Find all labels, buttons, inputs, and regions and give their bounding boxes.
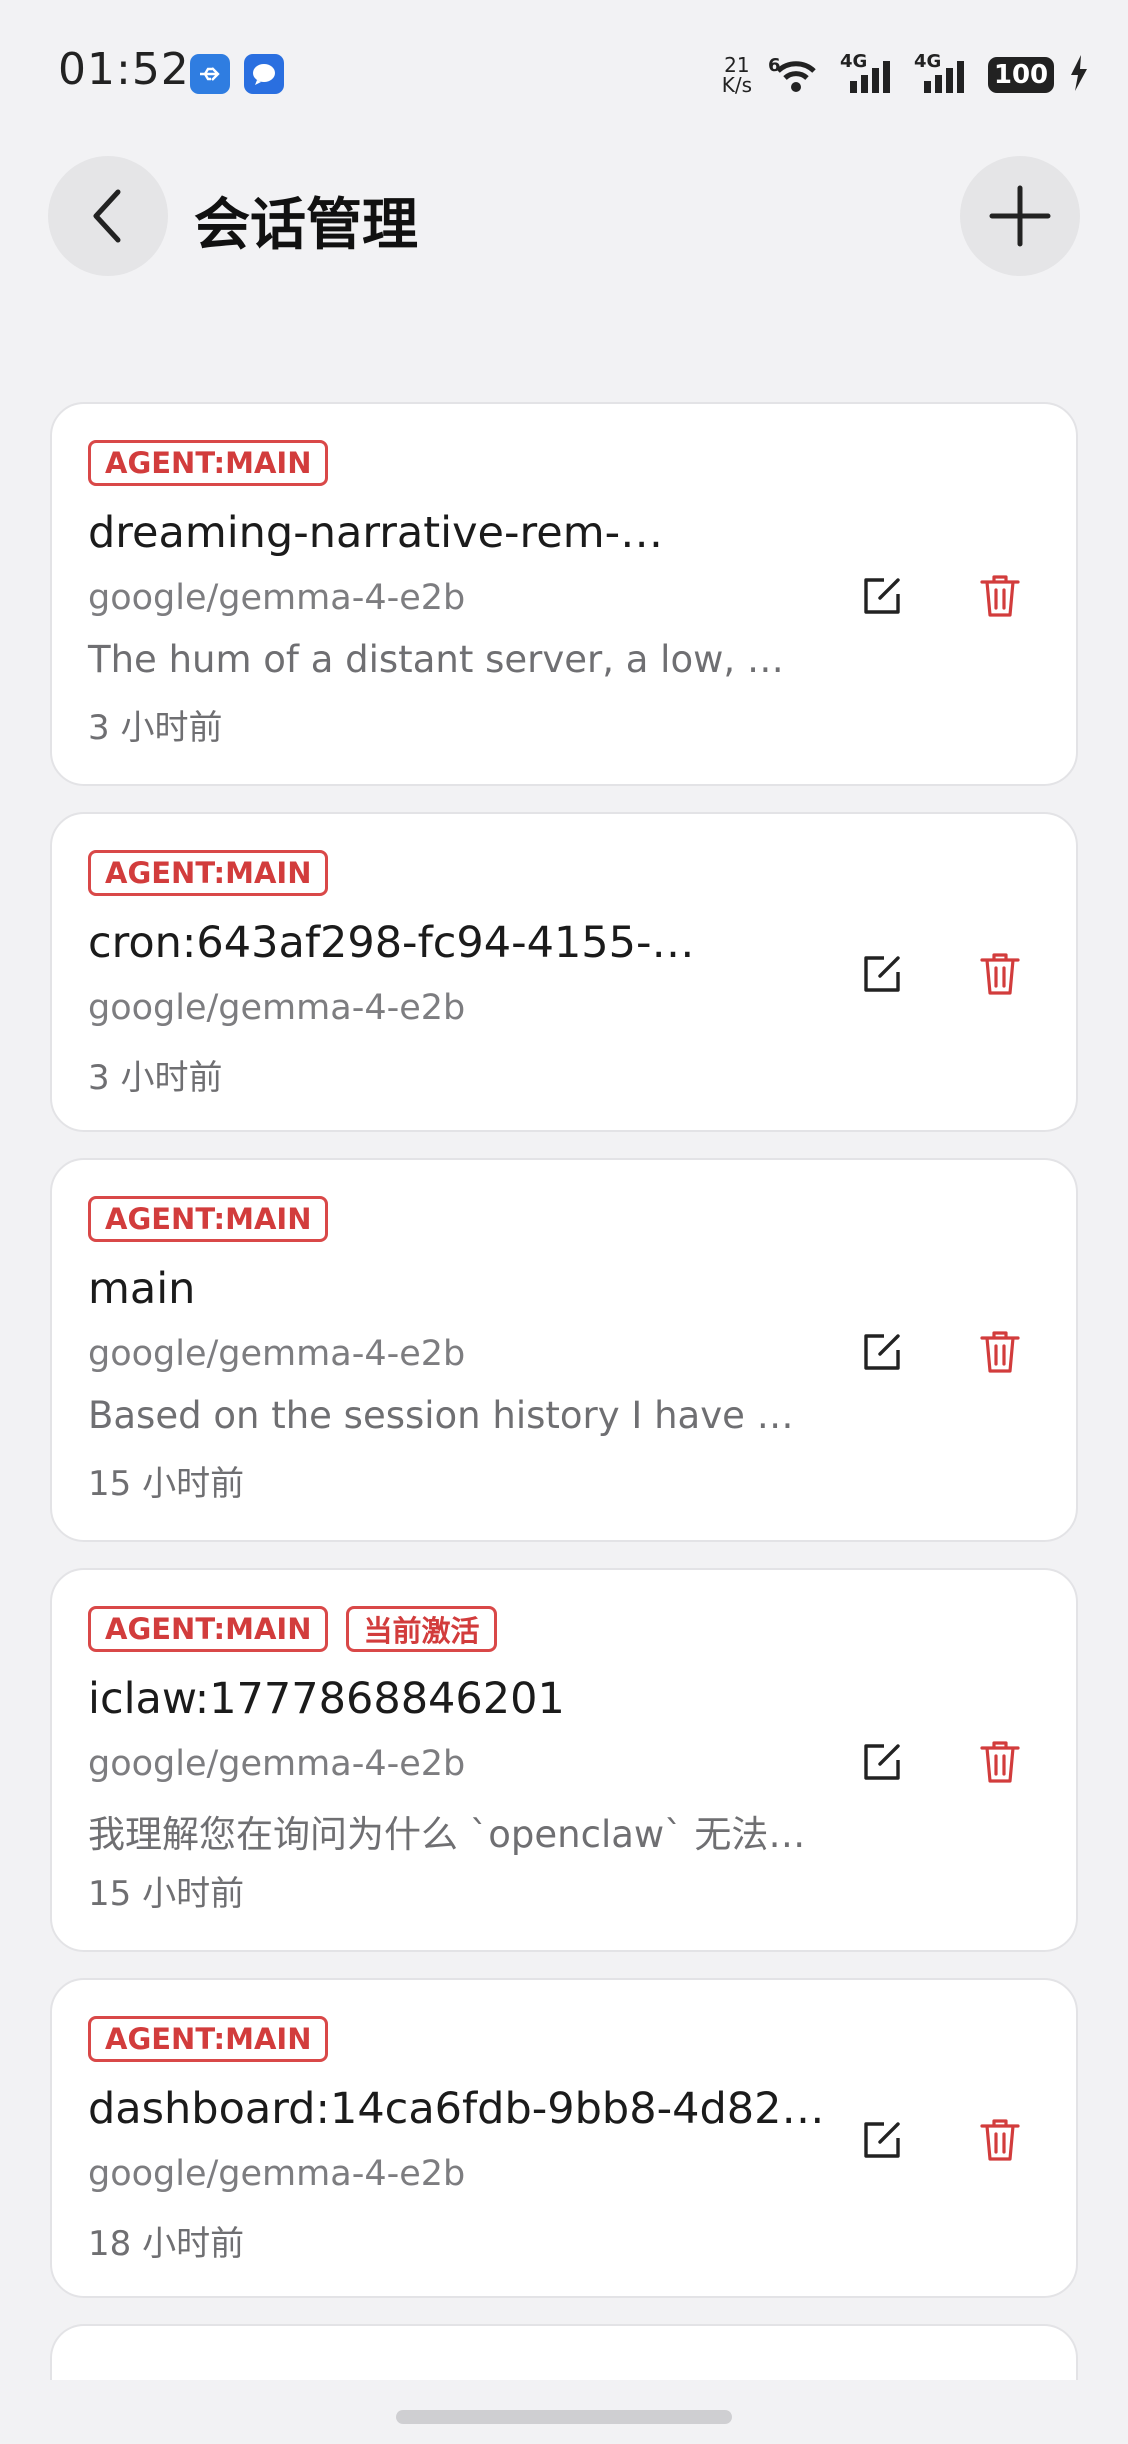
session-tags: AGENT:MAIN [88, 2016, 329, 2062]
session-time: 3 小时前 [88, 708, 223, 748]
home-indicator[interactable] [396, 2410, 732, 2424]
network-speed-value: 21 [724, 53, 750, 77]
edit-icon [864, 2122, 900, 2158]
delete-session-button[interactable] [970, 2110, 1030, 2170]
trash-icon [980, 2119, 1020, 2161]
back-button[interactable] [48, 156, 168, 276]
delete-session-button[interactable] [970, 944, 1030, 1004]
session-title: main [88, 1264, 196, 1314]
edit-icon [864, 956, 900, 992]
session-card-partial[interactable] [50, 2324, 1078, 2380]
cellular-signal-2-icon: 4G [914, 51, 972, 95]
battery-indicator: 100 [988, 57, 1054, 93]
session-preview: The hum of a distant server, a low, … [88, 638, 784, 681]
add-session-button[interactable] [960, 156, 1080, 276]
session-model: google/gemma-4-e2b [88, 1744, 466, 1784]
session-time: 15 小时前 [88, 1464, 245, 1504]
agent-tag: AGENT:MAIN [88, 2016, 329, 2062]
session-time: 18 小时前 [88, 2224, 245, 2264]
session-tags: AGENT:MAIN 当前激活 [88, 1606, 497, 1652]
session-model: google/gemma-4-e2b [88, 2154, 466, 2194]
wifi-icon: 6 [768, 55, 824, 95]
status-time: 01:52 [58, 44, 190, 95]
edit-session-button[interactable] [852, 944, 912, 1004]
edit-icon [864, 1334, 900, 1370]
edit-session-button[interactable] [852, 1322, 912, 1382]
delete-session-button[interactable] [970, 1322, 1030, 1382]
session-title: iclaw:1777868846201 [88, 1674, 565, 1724]
session-title: dreaming-narrative-rem-… [88, 508, 664, 558]
session-card[interactable]: AGENT:MAIN cron:643af298-fc94-4155-… goo… [50, 812, 1078, 1132]
session-preview: 我理解您在询问为什么 `openclaw` 无法… [88, 1813, 806, 1856]
status-bar: 01:52 21 K/s 6 4G 4G 100 [0, 0, 1128, 150]
page-title: 会话管理 [194, 193, 418, 258]
sim1-label: 4G [840, 51, 868, 72]
session-card[interactable]: AGENT:MAIN dreaming-narrative-rem-… goog… [50, 402, 1078, 786]
session-card[interactable]: AGENT:MAIN dashboard:14ca6fdb-9bb8-4d82…… [50, 1978, 1078, 2298]
chevron-left-icon [93, 189, 121, 243]
charging-icon [1070, 55, 1088, 95]
cellular-signal-1-icon: 4G [840, 51, 898, 95]
active-tag: 当前激活 [346, 1606, 497, 1652]
session-tags: AGENT:MAIN [88, 850, 329, 896]
network-speed: 21 K/s [722, 55, 752, 95]
trash-icon [980, 575, 1020, 617]
session-title: dashboard:14ca6fdb-9bb8-4d82… [88, 2084, 825, 2134]
session-model: google/gemma-4-e2b [88, 988, 466, 1028]
edit-session-button[interactable] [852, 566, 912, 626]
agent-tag: AGENT:MAIN [88, 1196, 329, 1242]
app-header: 会话管理 [0, 150, 1128, 280]
sim2-label: 4G [914, 51, 942, 72]
agent-tag: AGENT:MAIN [88, 440, 329, 486]
edit-icon [864, 578, 900, 614]
trash-icon [980, 953, 1020, 995]
delete-session-button[interactable] [970, 566, 1030, 626]
session-time: 15 小时前 [88, 1874, 245, 1914]
session-card[interactable]: AGENT:MAIN 当前激活 iclaw:1777868846201 goog… [50, 1568, 1078, 1952]
trash-icon [980, 1331, 1020, 1373]
session-tags: AGENT:MAIN [88, 440, 329, 486]
plus-icon [989, 185, 1051, 247]
agent-tag: AGENT:MAIN [88, 850, 329, 896]
session-tags: AGENT:MAIN [88, 1196, 329, 1242]
session-model: google/gemma-4-e2b [88, 578, 466, 618]
session-preview: Based on the session history I have … [88, 1394, 794, 1437]
message-app-icon [244, 54, 284, 94]
delete-session-button[interactable] [970, 1732, 1030, 1792]
network-speed-unit: K/s [721, 73, 752, 97]
usb-icon [190, 54, 230, 94]
edit-session-button[interactable] [852, 2110, 912, 2170]
edit-session-button[interactable] [852, 1732, 912, 1792]
agent-tag: AGENT:MAIN [88, 1606, 329, 1652]
wifi-label: 6 [768, 55, 781, 76]
edit-icon [864, 1744, 900, 1780]
session-title: cron:643af298-fc94-4155-… [88, 918, 695, 968]
trash-icon [980, 1741, 1020, 1783]
session-model: google/gemma-4-e2b [88, 1334, 466, 1374]
session-card[interactable]: AGENT:MAIN main google/gemma-4-e2b Based… [50, 1158, 1078, 1542]
session-time: 3 小时前 [88, 1058, 223, 1098]
